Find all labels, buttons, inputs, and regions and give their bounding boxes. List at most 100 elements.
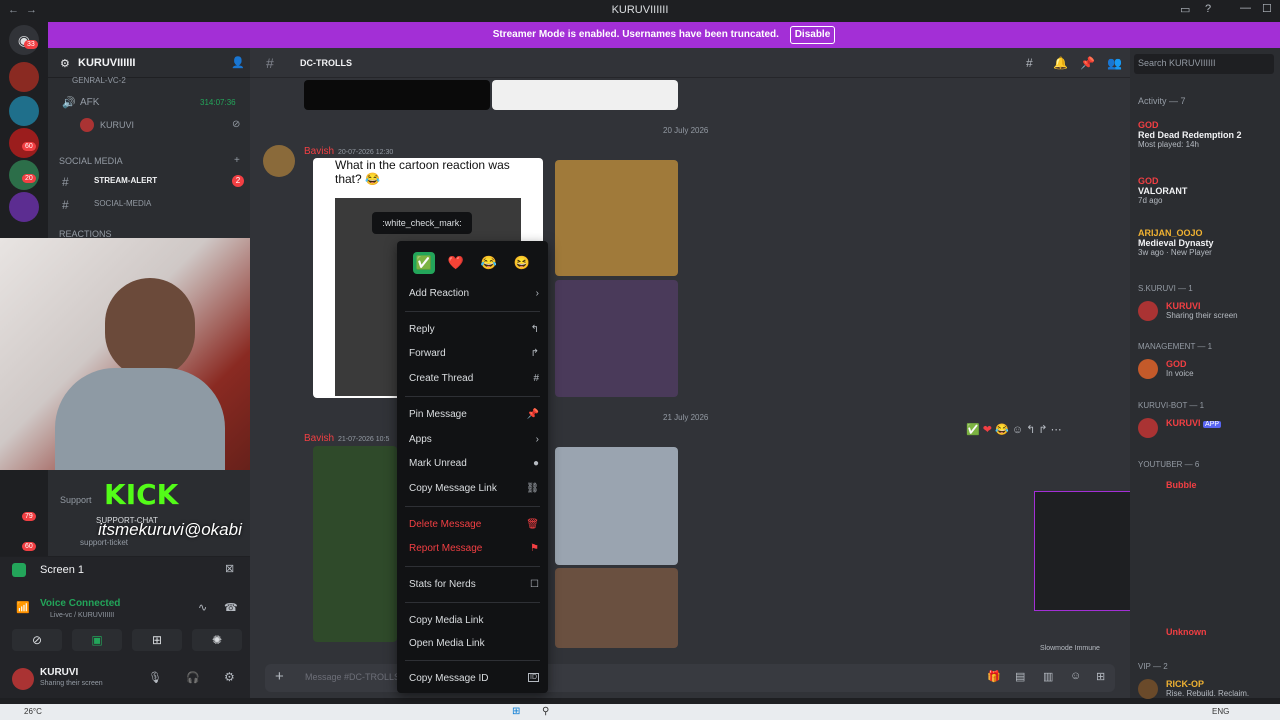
gift-icon[interactable]: 🎁 bbox=[987, 670, 1001, 683]
laugh-reaction-icon[interactable]: 😂 bbox=[995, 424, 1009, 436]
image-thumbnail[interactable] bbox=[492, 80, 678, 110]
microphone-icon[interactable]: 🎙 bbox=[148, 671, 162, 684]
soundboard-button[interactable]: ✺ bbox=[192, 629, 242, 651]
voice-status[interactable]: Voice Connected bbox=[40, 598, 120, 609]
apps-icon[interactable]: ⊞ bbox=[1096, 670, 1105, 683]
pin-icon[interactable]: 📌 bbox=[1080, 56, 1095, 70]
author-name[interactable]: Bavish bbox=[304, 433, 334, 444]
quick-reaction-grin[interactable]: 😆 bbox=[511, 252, 533, 274]
share-screen-button[interactable]: ▣ bbox=[72, 629, 122, 651]
member-row[interactable]: Unknown bbox=[1166, 627, 1207, 637]
voice-user[interactable]: KURUVI bbox=[100, 120, 134, 130]
search-icon[interactable]: ⚲ bbox=[542, 706, 549, 717]
video-thumbnail[interactable] bbox=[555, 447, 678, 565]
voice-channel[interactable]: Live-vc / KURUVIIIIII bbox=[50, 612, 114, 619]
gif-icon[interactable]: ▤ bbox=[1015, 670, 1025, 683]
channel-support-ticket[interactable]: support-ticket bbox=[80, 538, 128, 547]
member-row[interactable]: RICK-OP Rise. Rebuild. Reclaim. bbox=[1166, 679, 1249, 698]
start-icon[interactable]: ⊞ bbox=[512, 706, 520, 717]
disable-button[interactable]: Disable bbox=[789, 26, 836, 44]
member-row[interactable]: Bubble bbox=[1166, 480, 1197, 490]
activity-card[interactable]: GOD VALORANT 7d ago bbox=[1138, 176, 1187, 205]
members-icon[interactable]: 👥 bbox=[1107, 56, 1122, 70]
video-thumbnail[interactable] bbox=[313, 446, 397, 642]
activity-card[interactable]: GOD Red Dead Redemption 2 Most played: 1… bbox=[1138, 120, 1242, 149]
member-row[interactable]: KURUVI APP bbox=[1166, 418, 1222, 428]
noise-suppression-icon[interactable]: ∿ bbox=[198, 601, 207, 614]
message-composer[interactable]: + Message #DC-TROLLS 🎁 ▤ ▥ ☺ ⊞ bbox=[265, 664, 1115, 692]
channel-stream-alert[interactable]: STREAM-ALERT bbox=[94, 176, 157, 185]
menu-create-thread[interactable]: Create Thread # bbox=[409, 373, 539, 387]
threads-icon[interactable]: # bbox=[1026, 56, 1033, 70]
member-row[interactable]: GOD In voice bbox=[1166, 359, 1194, 378]
avatar[interactable] bbox=[12, 668, 34, 690]
check-reaction-icon[interactable]: ✅ bbox=[966, 424, 980, 436]
close-icon[interactable]: ⊠ bbox=[225, 562, 234, 575]
server-icon[interactable] bbox=[9, 62, 39, 92]
bell-icon[interactable]: 🔔 bbox=[1053, 56, 1068, 70]
add-channel-icon[interactable]: + bbox=[234, 155, 240, 166]
help-icon[interactable]: ? bbox=[1205, 3, 1211, 15]
category-social-media[interactable]: SOCIAL MEDIA bbox=[59, 156, 123, 166]
activities-button[interactable]: ⊞ bbox=[132, 629, 182, 651]
settings-icon[interactable]: ⚙ bbox=[224, 670, 235, 684]
heart-reaction-icon[interactable]: ❤ bbox=[983, 424, 992, 436]
streamer-mode-banner: Streamer Mode is enabled. Usernames have… bbox=[48, 22, 1280, 48]
channel-general-vc[interactable]: GENRAL-VC-2 bbox=[72, 76, 126, 85]
menu-mark-unread[interactable]: Mark Unread ● bbox=[409, 458, 539, 472]
activity-card[interactable]: ARIJAN_OOJO Medieval Dynasty 3w ago · Ne… bbox=[1138, 228, 1214, 257]
menu-pin-message[interactable]: Pin Message 📌 bbox=[409, 409, 539, 423]
emoji-icon[interactable]: ☺ bbox=[1070, 670, 1081, 682]
video-thumbnail[interactable] bbox=[555, 160, 678, 276]
member-group-header: YOUTUBER — 6 bbox=[1138, 460, 1200, 469]
author-name[interactable]: Bavish bbox=[304, 146, 334, 157]
menu-open-media-link[interactable]: Open Media Link bbox=[409, 638, 539, 652]
menu-forward[interactable]: Forward ↱ bbox=[409, 348, 539, 362]
menu-reply[interactable]: Reply ↰ bbox=[409, 324, 539, 338]
avatar[interactable] bbox=[1138, 359, 1158, 379]
disconnect-icon[interactable]: ☎ bbox=[224, 601, 238, 614]
menu-copy-message-id[interactable]: Copy Message ID ID bbox=[409, 673, 539, 687]
channel-social-media[interactable]: SOCIAL-MEDIA bbox=[94, 199, 151, 208]
add-reaction-icon[interactable]: ☺ bbox=[1012, 424, 1023, 436]
maximize-icon[interactable]: ☐ bbox=[1262, 2, 1272, 15]
quick-reaction-laugh[interactable]: 😂 bbox=[478, 252, 500, 274]
reply-icon[interactable]: ↰ bbox=[1026, 424, 1035, 436]
message-author[interactable]: Bavish 21-07-2026 10:5 bbox=[304, 433, 389, 444]
avatar[interactable] bbox=[1138, 679, 1158, 699]
menu-stats-for-nerds[interactable]: Stats for Nerds ☐ bbox=[409, 579, 539, 593]
video-thumbnail[interactable] bbox=[555, 568, 678, 648]
camera-off-button[interactable]: ⊘ bbox=[12, 629, 62, 651]
search-input[interactable]: Search KURUVIIIIII bbox=[1134, 54, 1274, 74]
checkbox-icon[interactable]: ☐ bbox=[530, 579, 539, 590]
message-input[interactable]: Message #DC-TROLLS bbox=[305, 672, 400, 682]
menu-report-message[interactable]: Report Message ⚑ bbox=[409, 543, 539, 557]
menu-copy-media-link[interactable]: Copy Media Link bbox=[409, 615, 539, 629]
quick-reaction-check[interactable]: ✅ bbox=[413, 252, 435, 274]
video-thumbnail[interactable] bbox=[304, 80, 490, 110]
avatar[interactable] bbox=[1138, 301, 1158, 321]
menu-apps[interactable]: Apps › bbox=[409, 434, 539, 448]
server-icon[interactable] bbox=[9, 192, 39, 222]
server-icon[interactable] bbox=[9, 96, 39, 126]
category-support[interactable]: Support bbox=[60, 495, 92, 505]
menu-add-reaction[interactable]: Add Reaction › bbox=[409, 288, 539, 302]
avatar[interactable] bbox=[1138, 418, 1158, 438]
server-header[interactable]: ⚙ KURUVIIIIII 👤 bbox=[48, 48, 250, 78]
video-thumbnail[interactable] bbox=[555, 280, 678, 397]
inbox-icon[interactable]: ▭ bbox=[1180, 3, 1190, 16]
channel-afk[interactable]: AFK bbox=[80, 97, 99, 108]
sticker-icon[interactable]: ▥ bbox=[1043, 670, 1053, 683]
headphones-icon[interactable]: 🎧 bbox=[186, 671, 200, 684]
menu-delete-message[interactable]: Delete Message 🗑 bbox=[409, 519, 539, 533]
invite-icon[interactable]: 👤 bbox=[231, 56, 245, 69]
forward-icon[interactable]: ↱ bbox=[1038, 424, 1047, 436]
quick-reaction-heart[interactable]: ❤️ bbox=[445, 252, 467, 274]
menu-copy-message-link[interactable]: Copy Message Link ⛓ bbox=[409, 483, 539, 497]
avatar[interactable] bbox=[263, 145, 295, 177]
more-icon[interactable]: ⋯ bbox=[1051, 424, 1062, 436]
message-author[interactable]: Bavish 20-07-2026 12:30 bbox=[304, 146, 393, 157]
minimize-icon[interactable]: — bbox=[1240, 2, 1251, 14]
attach-icon[interactable]: + bbox=[275, 668, 284, 685]
member-row[interactable]: KURUVI Sharing their screen bbox=[1166, 301, 1238, 320]
